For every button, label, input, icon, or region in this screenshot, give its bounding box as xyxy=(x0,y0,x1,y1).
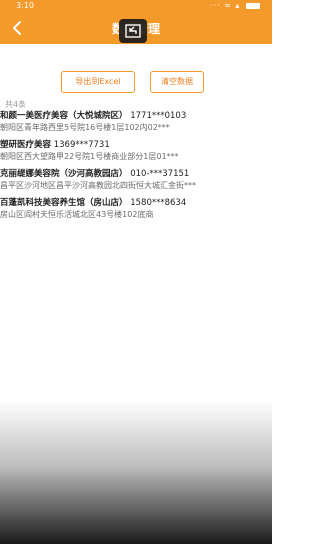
record-phone: 1369***7731 xyxy=(53,140,110,150)
record-name: 百蓬凯科技美容养生馆（房山店） xyxy=(0,198,128,208)
clear-data-button[interactable]: 清空数据 xyxy=(150,71,204,93)
record-name: 克丽缇娜美容院（沙河高教园店） xyxy=(0,169,128,179)
record-phone: 1771***0103 xyxy=(130,111,187,121)
record-address: 昌平区沙河地区昌平沙河高教园北四街恒大城汇金街*** xyxy=(0,181,196,190)
record-name: 和颜一美医疗美容（大悦城院区） xyxy=(0,111,128,121)
list-item[interactable]: 百蓬凯科技美容养生馆（房山店） 1580***8634 房山区阎村天恒乐活城北区… xyxy=(0,197,272,220)
action-bar: 导出到Excel 清空数据 xyxy=(0,58,272,94)
list-item[interactable]: 和颜一美医疗美容（大悦城院区） 1771***0103 朝阳区青年路西里5号院1… xyxy=(0,110,272,133)
list-item[interactable]: 克丽缇娜美容院（沙河高教园店） 010-***37151 昌平区沙河地区昌平沙河… xyxy=(0,168,272,191)
record-count: 共4条 xyxy=(5,100,27,109)
record-address: 房山区阎村天恒乐活城北区43号楼102底商 xyxy=(0,210,154,219)
record-phone: 010-***37151 xyxy=(130,169,190,179)
window-restore-icon xyxy=(125,24,141,38)
record-address: 朝阳区西大望路甲22号院1号楼商业部分1层01*** xyxy=(0,152,179,161)
window-restore-button[interactable] xyxy=(119,19,147,43)
record-phone: 1580***8634 xyxy=(130,198,187,208)
record-name: 塑研医疗美容 xyxy=(0,140,52,150)
status-bar: 3:10 ··· ≈ ▴ xyxy=(0,0,272,12)
signal-icon: ··· ≈ ▴ xyxy=(210,1,241,10)
record-list: 和颜一美医疗美容（大悦城院区） 1771***0103 朝阳区青年路西里5号院1… xyxy=(0,110,272,226)
bottom-shadow-overlay xyxy=(0,400,272,544)
battery-icon xyxy=(246,2,260,9)
list-item[interactable]: 塑研医疗美容 1369***7731 朝阳区西大望路甲22号院1号楼商业部分1层… xyxy=(0,139,272,162)
status-time: 3:10 xyxy=(16,1,34,10)
status-icons: ··· ≈ ▴ xyxy=(210,1,260,10)
export-excel-button[interactable]: 导出到Excel xyxy=(61,71,135,93)
record-address: 朝阳区青年路西里5号院16号楼1层102内02*** xyxy=(0,123,170,132)
